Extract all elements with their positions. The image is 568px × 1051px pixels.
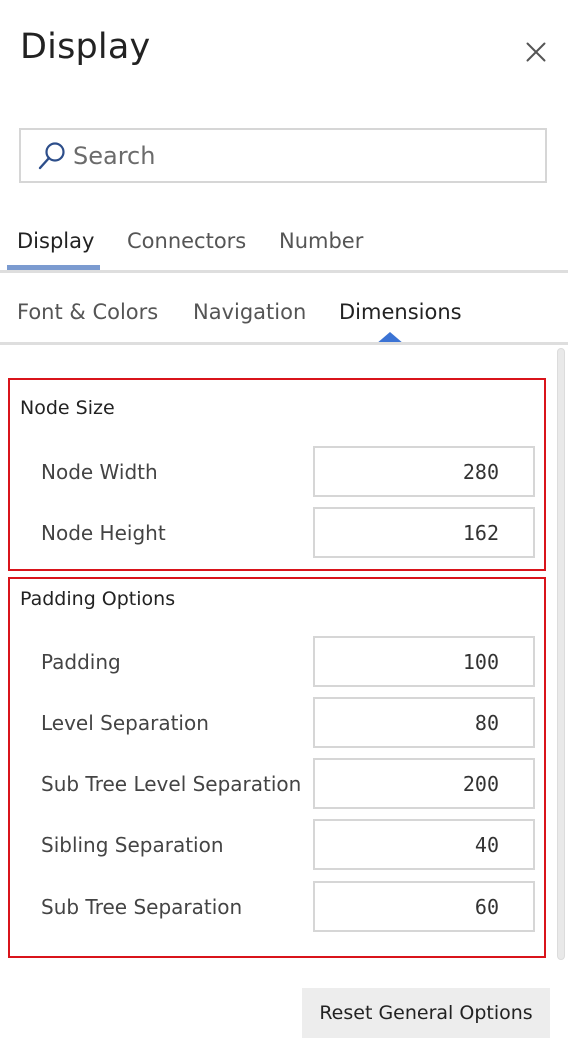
subtree-level-separation-label: Sub Tree Level Separation xyxy=(41,772,302,796)
tab-number[interactable]: Number xyxy=(279,226,363,258)
search-box[interactable] xyxy=(19,128,547,183)
tab-navigation[interactable]: Navigation xyxy=(193,297,306,329)
padding-input[interactable] xyxy=(313,636,535,687)
subtab-divider xyxy=(0,342,568,345)
subtree-separation-input[interactable] xyxy=(313,881,535,932)
node-width-input[interactable] xyxy=(313,446,535,497)
close-icon[interactable] xyxy=(520,36,552,68)
node-size-title: Node Size xyxy=(20,397,115,419)
padding-label: Padding xyxy=(41,650,121,674)
panel-title: Display xyxy=(20,27,151,67)
search-icon xyxy=(38,141,65,169)
tab-dimensions[interactable]: Dimensions xyxy=(339,297,462,329)
tab-divider xyxy=(0,270,568,273)
scrollbar-thumb[interactable] xyxy=(557,348,565,960)
level-separation-input[interactable] xyxy=(313,697,535,748)
sibling-separation-label: Sibling Separation xyxy=(41,833,224,857)
subtree-separation-label: Sub Tree Separation xyxy=(41,895,243,919)
level-separation-label: Level Separation xyxy=(41,711,209,735)
node-width-label: Node Width xyxy=(41,460,158,484)
padding-options-title: Padding Options xyxy=(20,588,176,610)
search-input[interactable] xyxy=(69,130,545,181)
node-height-input[interactable] xyxy=(313,507,535,558)
tab-display[interactable]: Display xyxy=(17,226,94,258)
node-height-label: Node Height xyxy=(41,521,166,545)
tab-font-colors[interactable]: Font & Colors xyxy=(17,297,158,329)
sibling-separation-input[interactable] xyxy=(313,819,535,870)
reset-general-options-button[interactable]: Reset General Options xyxy=(302,988,550,1038)
tab-connectors[interactable]: Connectors xyxy=(127,226,246,258)
subtree-level-separation-input[interactable] xyxy=(313,758,535,809)
